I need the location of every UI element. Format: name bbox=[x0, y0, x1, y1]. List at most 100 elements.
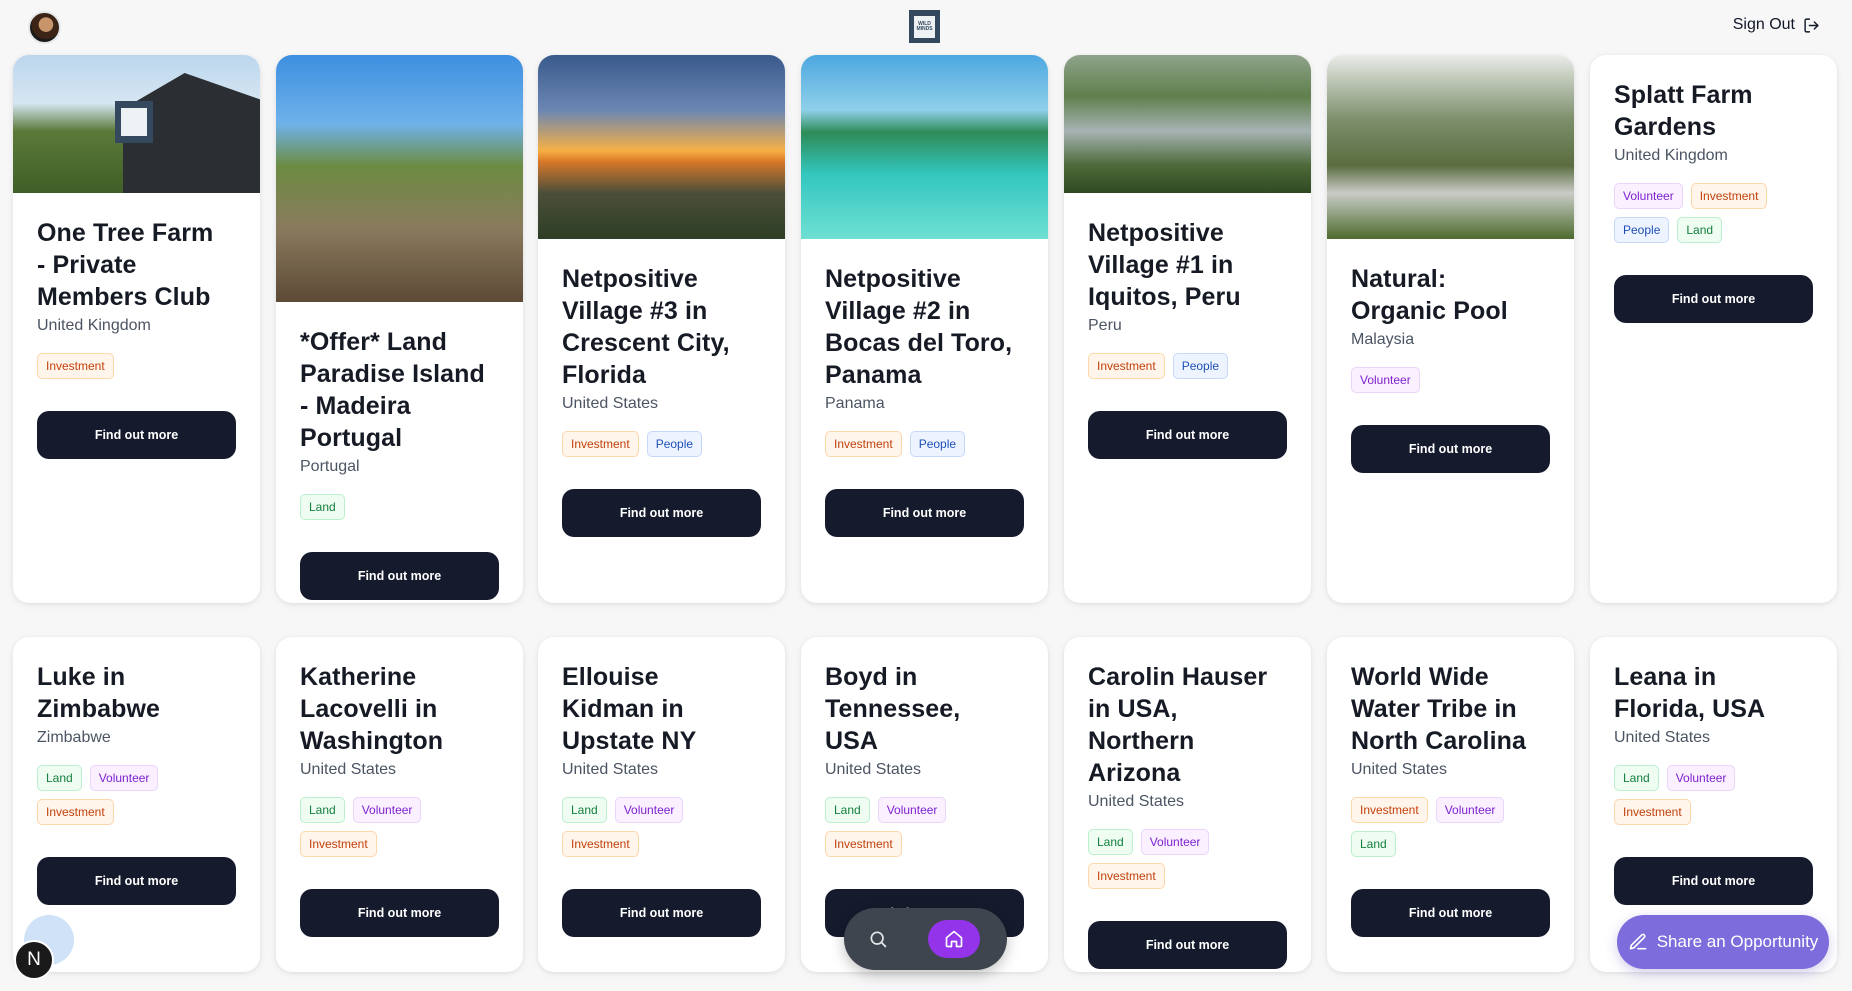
card-title: *Offer* Land Paradise Island - Madeira P… bbox=[300, 328, 485, 452]
tag-land: Land bbox=[1351, 831, 1396, 857]
tag-investment: Investment bbox=[1088, 863, 1165, 889]
logo-text: WILD MINDS bbox=[914, 15, 935, 38]
find-out-more-button[interactable]: Find out more bbox=[825, 489, 1024, 537]
card-body: Katherine Lacovelli in Washington United … bbox=[276, 637, 523, 937]
opportunity-card[interactable]: Splatt Farm Gardens United Kingdom Volunte… bbox=[1590, 55, 1837, 603]
tag-investment: Investment bbox=[1690, 183, 1768, 209]
card-tags: Land Volunteer Investment bbox=[1614, 765, 1813, 825]
opportunity-card[interactable]: World Wide Water Tribe in North Carolina… bbox=[1327, 637, 1574, 972]
opportunity-card[interactable]: Katherine Lacovelli in Washington United … bbox=[276, 637, 523, 972]
card-body: Netpositive Village #1 in Iquitos, Peru P… bbox=[1064, 193, 1311, 459]
card-title: Luke in Zimbabwe bbox=[37, 663, 161, 723]
tag-volunteer: Volunteer bbox=[1435, 797, 1505, 823]
card-body: Leana in Florida, USA United States Land Vo… bbox=[1590, 637, 1837, 905]
search-icon bbox=[870, 931, 887, 948]
card-country: United States bbox=[300, 761, 397, 778]
tag-people: People bbox=[909, 431, 966, 457]
card-country: United States bbox=[562, 395, 659, 412]
user-avatar[interactable] bbox=[28, 11, 61, 44]
tag-people: People bbox=[646, 431, 703, 457]
tag-land: Land bbox=[1614, 765, 1659, 791]
card-tags: Volunteer Investment People Land bbox=[1614, 183, 1813, 243]
card-title: World Wide Water Tribe in North Carolina bbox=[1351, 663, 1527, 755]
card-image-jungle-lodge bbox=[1327, 55, 1574, 239]
tag-land: Land bbox=[300, 797, 345, 823]
find-out-more-button[interactable]: Find out more bbox=[1614, 275, 1813, 323]
card-body: *Offer* Land Paradise Island - Madeira P… bbox=[276, 302, 523, 600]
find-out-more-button[interactable]: Find out more bbox=[300, 889, 499, 937]
card-title: Natural: Organic Pool bbox=[1351, 265, 1508, 325]
card-title: Ellouise Kidman in Upstate NY bbox=[562, 663, 697, 755]
opportunity-card[interactable]: Carolin Hauser in USA, Northern Arizona U… bbox=[1064, 637, 1311, 972]
find-out-more-button[interactable]: Find out more bbox=[562, 489, 761, 537]
card-body: Natural: Organic Pool Malaysia Volunteer Fi… bbox=[1327, 239, 1574, 473]
tag-investment: Investment bbox=[825, 431, 902, 457]
card-image-madeira-ruin bbox=[276, 55, 523, 302]
opportunity-card[interactable]: Netpositive Village #1 in Iquitos, Peru P… bbox=[1064, 55, 1311, 603]
card-country: Panama bbox=[825, 395, 885, 412]
card-country: United States bbox=[1351, 761, 1448, 778]
opportunity-card[interactable]: Netpositive Village #3 in Crescent City,… bbox=[538, 55, 785, 603]
card-country: United States bbox=[1088, 793, 1185, 810]
find-out-more-button[interactable]: Find out more bbox=[1351, 425, 1550, 473]
opportunity-card[interactable]: *Offer* Land Paradise Island - Madeira P… bbox=[276, 55, 523, 603]
find-out-more-button[interactable]: Find out more bbox=[37, 857, 236, 905]
card-title: One Tree Farm - Private Members Club bbox=[37, 219, 214, 311]
tag-investment: Investment bbox=[37, 353, 114, 379]
find-out-more-button[interactable]: Find out more bbox=[1088, 411, 1287, 459]
tag-volunteer: Volunteer bbox=[614, 797, 684, 823]
opportunity-card[interactable]: One Tree Farm - Private Members Club Unit… bbox=[13, 55, 260, 603]
card-title: Netpositive Village #3 in Crescent City,… bbox=[562, 265, 730, 389]
tag-investment: Investment bbox=[37, 799, 114, 825]
tag-land: Land bbox=[300, 494, 345, 520]
opportunity-card[interactable]: Netpositive Village #2 in Bocas del Toro… bbox=[801, 55, 1048, 603]
opportunity-card[interactable]: Ellouise Kidman in Upstate NY United Stat… bbox=[538, 637, 785, 972]
share-opportunity-button[interactable]: Share an Opportunity bbox=[1617, 915, 1829, 969]
card-tags: Investment bbox=[37, 353, 236, 379]
nav-search-button[interactable] bbox=[858, 919, 898, 959]
card-body: Boyd in Tennessee, USA United States Land V… bbox=[801, 637, 1048, 937]
find-out-more-button[interactable]: Find out more bbox=[1614, 857, 1813, 905]
tag-land: Land bbox=[37, 765, 82, 791]
card-country: Zimbabwe bbox=[37, 729, 111, 746]
card-tags: Investment People bbox=[1088, 353, 1287, 379]
find-out-more-button[interactable]: Find out more bbox=[1351, 889, 1550, 937]
nav-home-button[interactable] bbox=[928, 920, 980, 958]
tag-investment: Investment bbox=[1351, 797, 1428, 823]
card-image-florida-sunset bbox=[538, 55, 785, 239]
card-country: Malaysia bbox=[1351, 331, 1415, 348]
card-image-panama-beach bbox=[801, 55, 1048, 239]
find-out-more-button[interactable]: Find out more bbox=[1088, 921, 1287, 969]
tag-land: Land bbox=[562, 797, 607, 823]
sign-out-button[interactable]: Sign Out bbox=[1733, 16, 1820, 34]
card-country: Portugal bbox=[300, 458, 360, 475]
tag-investment: Investment bbox=[300, 831, 377, 857]
n-badge[interactable]: N bbox=[14, 940, 54, 980]
card-title: Netpositive Village #2 in Bocas del Toro… bbox=[825, 265, 1013, 389]
card-country: United Kingdom bbox=[37, 317, 151, 334]
card-country: United States bbox=[562, 761, 659, 778]
card-tags: Investment Volunteer Land bbox=[1351, 797, 1550, 857]
tag-volunteer: Volunteer bbox=[1140, 829, 1210, 855]
find-out-more-button[interactable]: Find out more bbox=[562, 889, 761, 937]
tag-volunteer: Volunteer bbox=[1351, 367, 1420, 393]
farm-logo-sign bbox=[115, 101, 153, 143]
card-image-farm-barn bbox=[13, 55, 260, 193]
find-out-more-button[interactable]: Find out more bbox=[37, 411, 236, 459]
find-out-more-button[interactable]: Find out more bbox=[300, 552, 499, 600]
pencil-icon bbox=[1629, 933, 1647, 950]
card-title: Carolin Hauser in USA, Northern Arizona bbox=[1088, 663, 1268, 787]
opportunity-card[interactable]: Natural: Organic Pool Malaysia Volunteer Fi… bbox=[1327, 55, 1574, 603]
card-tags: Land Volunteer Investment bbox=[300, 797, 499, 857]
card-image-amazon-river bbox=[1064, 55, 1311, 193]
tag-land: Land bbox=[825, 797, 870, 823]
card-tags: Land Volunteer Investment bbox=[37, 765, 236, 825]
sign-out-label: Sign Out bbox=[1732, 16, 1795, 33]
sign-out-icon bbox=[1804, 17, 1819, 33]
wild-minds-logo[interactable]: WILD MINDS bbox=[909, 10, 940, 43]
card-body: Carolin Hauser in USA, Northern Arizona U… bbox=[1064, 637, 1311, 969]
tag-land: Land bbox=[1677, 217, 1723, 243]
card-title: Katherine Lacovelli in Washington bbox=[300, 663, 444, 755]
tag-volunteer: Volunteer bbox=[352, 797, 422, 823]
tag-land: Land bbox=[1088, 829, 1133, 855]
